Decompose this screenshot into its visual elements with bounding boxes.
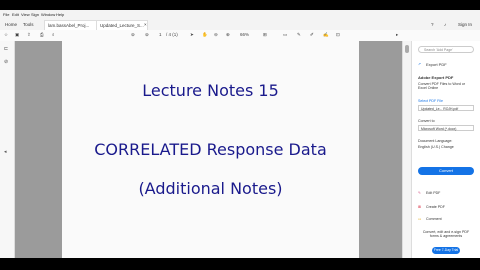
highlight-icon[interactable]: ✐: [310, 32, 314, 38]
edit-pdf-icon: ✎: [418, 191, 422, 195]
left-rail: ⊏ ⊘ ◂: [0, 41, 15, 258]
menu-bar: File Edit View Sign Window Help: [0, 10, 480, 18]
print-icon[interactable]: ⎙: [40, 32, 44, 37]
page-title-line: Lecture Notes 15: [142, 81, 279, 100]
page-total: / 4 (1): [166, 32, 178, 37]
page-number-input[interactable]: 1: [159, 32, 162, 37]
save-icon[interactable]: ▣: [15, 32, 19, 38]
window-top-strip: [0, 0, 480, 10]
export-pdf-title[interactable]: Export PDF: [426, 62, 447, 67]
tab-home[interactable]: Home: [2, 20, 20, 29]
upload-icon[interactable]: ⇪: [27, 32, 31, 38]
menu-window[interactable]: Window: [41, 12, 55, 17]
panel-toggle-icon[interactable]: ▸: [396, 32, 398, 38]
sign-icon[interactable]: ✍: [323, 32, 329, 38]
adobe-export-heading: Adobe Export PDF: [418, 75, 454, 80]
comment-icon[interactable]: ▭: [283, 32, 287, 38]
next-page-icon[interactable]: ⊚: [145, 32, 149, 38]
star-icon[interactable]: ☆: [4, 32, 8, 38]
select-tool-icon[interactable]: ➤: [190, 32, 194, 38]
hand-tool-icon[interactable]: ✋: [202, 32, 208, 38]
menu-view[interactable]: View: [21, 12, 30, 17]
comment-tool[interactable]: Comment: [426, 217, 442, 221]
promo-text: Convert, edit and e-sign PDF forms & agr…: [422, 230, 470, 238]
bottom-letterbox: [0, 258, 480, 270]
convert-to-select[interactable]: Microsoft Word (*.docx): [418, 125, 474, 131]
sign-in-link[interactable]: Sign In: [455, 20, 475, 29]
stamp-icon[interactable]: ⊡: [336, 32, 340, 38]
doc-language-label: Document Language:: [418, 139, 453, 143]
export-pdf-icon: ⇗: [418, 62, 422, 66]
select-pdf-link[interactable]: Select PDF File: [418, 99, 443, 103]
menu-file[interactable]: File: [3, 12, 9, 17]
tools-search-input[interactable]: Search 'Add Page': [418, 46, 474, 53]
page-subtitle-line: CORRELATED Response Data: [94, 140, 327, 159]
convert-to-label: Convert to: [418, 119, 435, 123]
zoom-in-icon[interactable]: ⊕: [226, 32, 230, 38]
previous-page-icon[interactable]: ⊚: [131, 32, 135, 38]
tab-document-1[interactable]: lam.bassAbel_Proj...: [44, 20, 100, 30]
attachment-icon[interactable]: ⊘: [4, 59, 8, 65]
create-pdf-tool[interactable]: Create PDF: [426, 205, 445, 209]
menu-edit[interactable]: Edit: [12, 12, 19, 17]
free-trial-button[interactable]: Free 7-Day Trial: [432, 247, 460, 254]
selected-file-field[interactable]: Updated_Le... ROJH.pdf: [418, 105, 474, 111]
page-note-line: (Additional Notes): [138, 179, 283, 198]
export-description: Convert PDF Files to Word or Excel Onlin…: [418, 82, 466, 90]
menu-sign[interactable]: Sign: [31, 12, 39, 17]
comment-tool-icon: ▭: [418, 217, 422, 221]
right-tools-panel: Search 'Add Page' ⇗ Export PDF Adobe Exp…: [411, 41, 480, 258]
create-pdf-icon: ⊞: [418, 205, 422, 209]
pen-icon[interactable]: ✎: [297, 32, 301, 38]
zoom-level[interactable]: 66%: [240, 32, 249, 37]
close-tab-icon[interactable]: ×: [141, 20, 150, 29]
help-icon[interactable]: ?: [428, 20, 437, 29]
zoom-out-icon[interactable]: ⊖: [214, 32, 218, 38]
expand-rail-icon[interactable]: ◂: [4, 149, 7, 155]
tab-tools[interactable]: Tools: [20, 20, 37, 29]
menu-help[interactable]: Help: [56, 12, 64, 17]
bell-icon[interactable]: ♪: [441, 20, 449, 29]
fit-page-icon[interactable]: ⊞: [263, 32, 267, 38]
doc-language-value[interactable]: English (U.S.) Change: [418, 145, 454, 149]
convert-button[interactable]: Convert: [418, 167, 474, 175]
edit-pdf-tool[interactable]: Edit PDF: [426, 191, 440, 195]
vertical-scrollbar[interactable]: [402, 41, 411, 258]
bookmark-icon[interactable]: ⊏: [4, 46, 8, 52]
search-icon[interactable]: ⌕: [52, 32, 55, 37]
scroll-thumb[interactable]: [405, 45, 409, 53]
pdf-page: Lecture Notes 15 CORRELATED Response Dat…: [62, 41, 359, 258]
